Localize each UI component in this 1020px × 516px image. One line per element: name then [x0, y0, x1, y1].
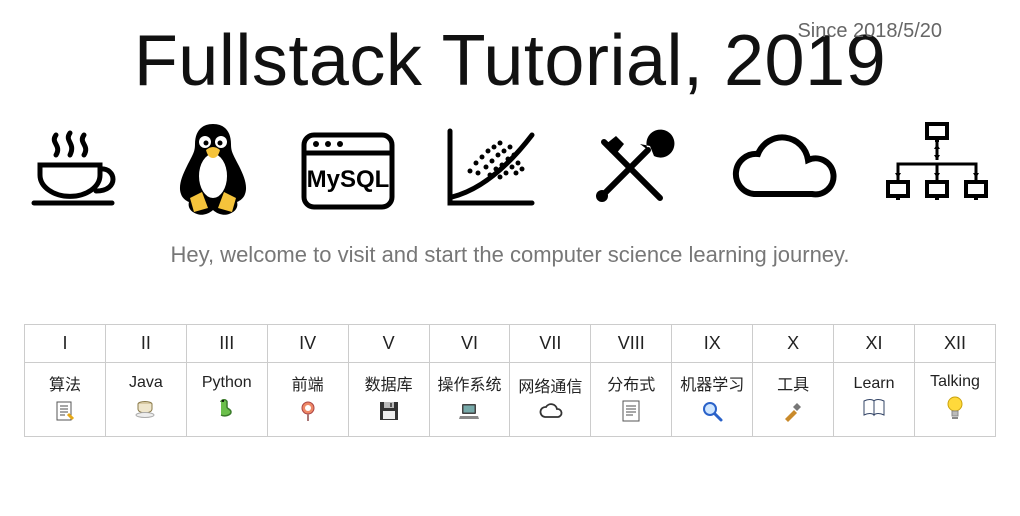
nav-label: Java — [108, 374, 184, 392]
since-label: Since 2018/5/20 — [797, 20, 942, 43]
snake-icon — [215, 396, 239, 420]
nav-cell-3[interactable]: Python — [186, 363, 267, 437]
nav-label: 工具 — [755, 371, 831, 395]
nav-label: 操作系统 — [432, 371, 508, 395]
nav-label: 机器学习 — [674, 371, 750, 395]
bulb-icon — [945, 395, 965, 421]
nav-label: 算法 — [27, 371, 103, 395]
nav-cell-9[interactable]: 机器学习 — [672, 363, 753, 437]
magnify-icon — [700, 399, 724, 423]
subtitle: Hey, welcome to visit and start the comp… — [20, 242, 1000, 268]
coffee-small-icon — [134, 396, 158, 420]
nav-cell-8[interactable]: 分布式 — [591, 363, 672, 437]
nav-header-11[interactable]: XI — [834, 325, 915, 363]
mysql-text: MySQL — [307, 166, 390, 193]
cloud-small-icon — [537, 401, 563, 421]
lollipop-icon — [296, 399, 320, 423]
chart-scatter-icon — [440, 123, 540, 213]
nav-header-10[interactable]: X — [753, 325, 834, 363]
nav-label: 数据库 — [351, 371, 427, 395]
nav-header-2[interactable]: II — [105, 325, 186, 363]
nav-header-8[interactable]: VIII — [591, 325, 672, 363]
linux-penguin-icon — [170, 120, 256, 216]
nav-cell-7[interactable]: 网络通信 — [510, 363, 591, 437]
floppy-icon — [377, 399, 401, 423]
nav-header-9[interactable]: IX — [672, 325, 753, 363]
memo-icon — [53, 399, 77, 423]
category-table: IIIIIIIVVVIVIIVIIIIXXXIXII 算法JavaPython前… — [24, 324, 996, 437]
cloud-icon — [720, 124, 840, 212]
nav-label: 网络通信 — [512, 373, 588, 397]
nav-header-1[interactable]: I — [25, 325, 106, 363]
nav-cell-1[interactable]: 算法 — [25, 363, 106, 437]
nav-cell-2[interactable]: Java — [105, 363, 186, 437]
nav-label: Python — [189, 374, 265, 392]
nav-header-5[interactable]: V — [348, 325, 429, 363]
nav-label: 前端 — [270, 371, 346, 395]
laptop-icon — [457, 399, 481, 423]
nav-cell-11[interactable]: Learn — [834, 363, 915, 437]
network-icon — [882, 120, 992, 216]
page-icon — [620, 399, 642, 423]
coffee-icon — [28, 123, 128, 213]
nav-cell-5[interactable]: 数据库 — [348, 363, 429, 437]
nav-header-6[interactable]: VI — [429, 325, 510, 363]
nav-cell-10[interactable]: 工具 — [753, 363, 834, 437]
nav-header-3[interactable]: III — [186, 325, 267, 363]
nav-cell-4[interactable]: 前端 — [267, 363, 348, 437]
nav-header-7[interactable]: VII — [510, 325, 591, 363]
nav-header-4[interactable]: IV — [267, 325, 348, 363]
nav-label: Talking — [917, 373, 993, 391]
hammer-icon — [781, 399, 805, 423]
nav-label: 分布式 — [593, 371, 669, 395]
nav-header-12[interactable]: XII — [914, 325, 995, 363]
nav-label: Learn — [836, 375, 912, 393]
book-icon — [862, 397, 886, 419]
nav-cell-6[interactable]: 操作系统 — [429, 363, 510, 437]
nav-cell-12[interactable]: Talking — [914, 363, 995, 437]
tools-icon — [582, 120, 678, 216]
mysql-icon: MySQL — [298, 123, 398, 213]
hero-icon-row: MySQL — [20, 120, 1000, 216]
